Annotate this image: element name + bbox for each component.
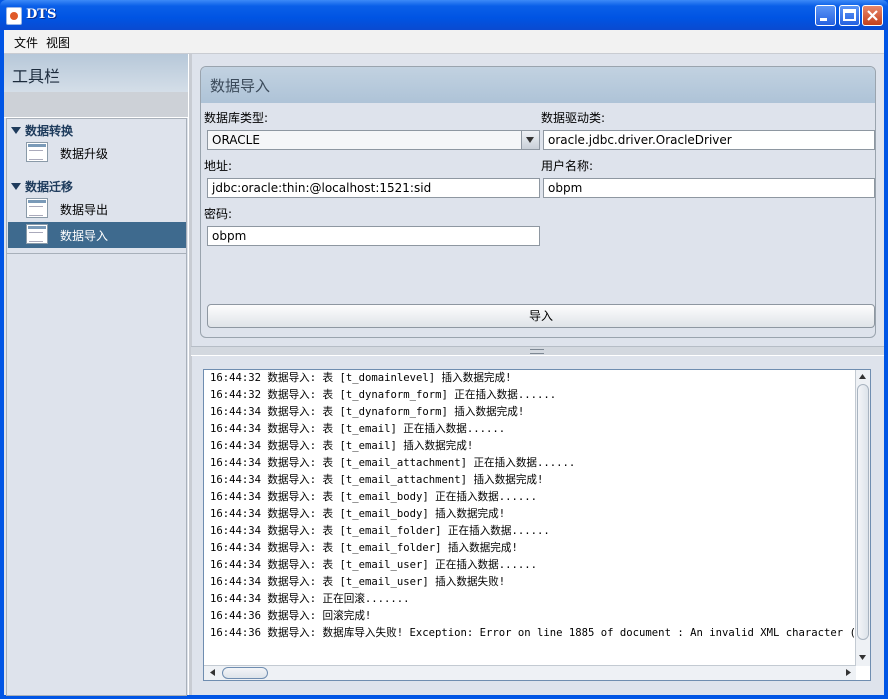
minimize-button[interactable] bbox=[815, 5, 836, 26]
log-line: 16:44:34 数据导入: 表 [t_email_folder] 插入数据完成… bbox=[210, 542, 518, 554]
maximize-icon bbox=[843, 9, 856, 21]
app-window: DTS 文件 视图 工具栏 数据转换 数据升级 数据迁移 数据导出 数据导入 数… bbox=[0, 0, 888, 699]
sidebar: 工具栏 数据转换 数据升级 数据迁移 数据导出 数据导入 bbox=[4, 54, 188, 696]
window-title: DTS bbox=[26, 7, 57, 22]
menu-file[interactable]: 文件 bbox=[14, 34, 38, 51]
import-panel: 数据导入 数据库类型: ORACLE 数据驱动类: oracle.jdbc.dr… bbox=[200, 66, 876, 338]
log-line: 16:44:34 数据导入: 表 [t_email_body] 正在插入数据..… bbox=[210, 491, 538, 503]
db-type-label: 数据库类型: bbox=[204, 111, 269, 125]
password-field[interactable]: obpm bbox=[207, 226, 540, 246]
horizontal-splitter[interactable] bbox=[191, 346, 884, 356]
minimize-icon bbox=[820, 18, 827, 21]
dropdown-arrow-icon[interactable] bbox=[521, 131, 539, 149]
java-app-icon bbox=[6, 7, 22, 25]
log-line: 16:44:34 数据导入: 表 [t_email_body] 插入数据完成! bbox=[210, 508, 506, 520]
tree-item-label: 数据导出 bbox=[60, 203, 109, 217]
driver-field[interactable]: oracle.jdbc.driver.OracleDriver bbox=[543, 130, 875, 150]
tree-group-label: 数据迁移 bbox=[25, 180, 74, 194]
db-type-value: ORACLE bbox=[212, 133, 260, 147]
tree-group-data-migration[interactable]: 数据迁移 bbox=[11, 178, 73, 195]
log-text: 16:44:32 数据导入: 表 [t_domainlevel] 插入数据完成!… bbox=[210, 370, 856, 663]
menu-bar: 文件 视图 bbox=[4, 30, 884, 54]
sidebar-toolbar-strip bbox=[4, 92, 188, 118]
url-label: 地址: bbox=[204, 159, 233, 173]
tree-item-data-export[interactable]: 数据导出 bbox=[8, 196, 186, 222]
log-line: 16:44:34 数据导入: 表 [t_email_user] 正在插入数据..… bbox=[210, 559, 538, 571]
tree-divider bbox=[7, 253, 186, 254]
tree-group-label: 数据转换 bbox=[25, 124, 74, 138]
navigation-tree: 数据转换 数据升级 数据迁移 数据导出 数据导入 bbox=[6, 118, 187, 696]
log-line: 16:44:34 数据导入: 表 [t_email_folder] 正在插入数据… bbox=[210, 525, 550, 537]
scroll-up-arrow-icon[interactable] bbox=[856, 370, 869, 383]
password-label: 密码: bbox=[204, 207, 233, 221]
log-line: 16:44:34 数据导入: 表 [t_email_attachment] 插入… bbox=[210, 474, 544, 486]
window-icon bbox=[26, 198, 48, 218]
log-area[interactable]: 16:44:32 数据导入: 表 [t_domainlevel] 插入数据完成!… bbox=[203, 369, 871, 681]
horizontal-scrollbar[interactable] bbox=[204, 665, 856, 680]
tree-group-data-conversion[interactable]: 数据转换 bbox=[11, 122, 73, 139]
expand-triangle-icon bbox=[11, 183, 21, 190]
title-bar[interactable]: DTS bbox=[0, 0, 888, 30]
scroll-left-arrow-icon[interactable] bbox=[206, 666, 219, 679]
tree-item-data-upgrade[interactable]: 数据升级 bbox=[8, 140, 186, 166]
log-line: 16:44:34 数据导入: 表 [t_email_user] 插入数据失败! bbox=[210, 576, 506, 588]
window-icon bbox=[26, 224, 48, 244]
vertical-splitter[interactable] bbox=[188, 54, 192, 695]
maximize-button[interactable] bbox=[839, 5, 860, 26]
panel-header: 数据导入 bbox=[201, 67, 875, 103]
log-line: 16:44:34 数据导入: 表 [t_email] 插入数据完成! bbox=[210, 440, 474, 452]
log-line: 16:44:36 数据导入: 数据库导入失败! Exception: Error… bbox=[210, 627, 856, 639]
sidebar-title: 工具栏 bbox=[12, 67, 61, 86]
expand-triangle-icon bbox=[11, 127, 21, 134]
tree-item-label: 数据导入 bbox=[60, 229, 109, 243]
vertical-scroll-thumb[interactable] bbox=[857, 384, 869, 640]
sidebar-header: 工具栏 bbox=[4, 54, 188, 92]
splitter-grip-icon[interactable] bbox=[530, 349, 544, 354]
log-line: 16:44:34 数据导入: 表 [t_email_attachment] 正在… bbox=[210, 457, 576, 469]
db-type-select[interactable]: ORACLE bbox=[207, 130, 540, 150]
panel-title: 数据导入 bbox=[210, 77, 271, 95]
log-line: 16:44:32 数据导入: 表 [t_domainlevel] 插入数据完成! bbox=[210, 372, 512, 384]
horizontal-scroll-thumb[interactable] bbox=[222, 667, 268, 679]
import-button[interactable]: 导入 bbox=[207, 304, 875, 328]
close-button[interactable] bbox=[862, 5, 883, 26]
log-line: 16:44:36 数据导入: 回滚完成! bbox=[210, 610, 372, 622]
driver-label: 数据驱动类: bbox=[541, 111, 606, 125]
log-line: 16:44:34 数据导入: 表 [t_email] 正在插入数据...... bbox=[210, 423, 506, 435]
log-line: 16:44:34 数据导入: 表 [t_dynaform_form] 插入数据完… bbox=[210, 406, 525, 418]
window-content: 文件 视图 工具栏 数据转换 数据升级 数据迁移 数据导出 数据导入 数据导入 … bbox=[4, 30, 884, 696]
scroll-right-arrow-icon[interactable] bbox=[842, 666, 855, 679]
username-field[interactable]: obpm bbox=[543, 178, 875, 198]
menu-view[interactable]: 视图 bbox=[46, 34, 70, 51]
url-field[interactable]: jdbc:oracle:thin:@localhost:1521:sid bbox=[207, 178, 540, 198]
scroll-down-arrow-icon[interactable] bbox=[856, 651, 869, 664]
username-label: 用户名称: bbox=[541, 159, 594, 173]
tree-item-label: 数据升级 bbox=[60, 147, 109, 161]
log-line: 16:44:34 数据导入: 正在回滚....... bbox=[210, 593, 410, 605]
close-icon bbox=[867, 10, 878, 21]
log-line: 16:44:32 数据导入: 表 [t_dynaform_form] 正在插入数… bbox=[210, 389, 557, 401]
vertical-scrollbar[interactable] bbox=[855, 370, 870, 666]
tree-item-data-import[interactable]: 数据导入 bbox=[8, 222, 186, 248]
window-icon bbox=[26, 142, 48, 162]
